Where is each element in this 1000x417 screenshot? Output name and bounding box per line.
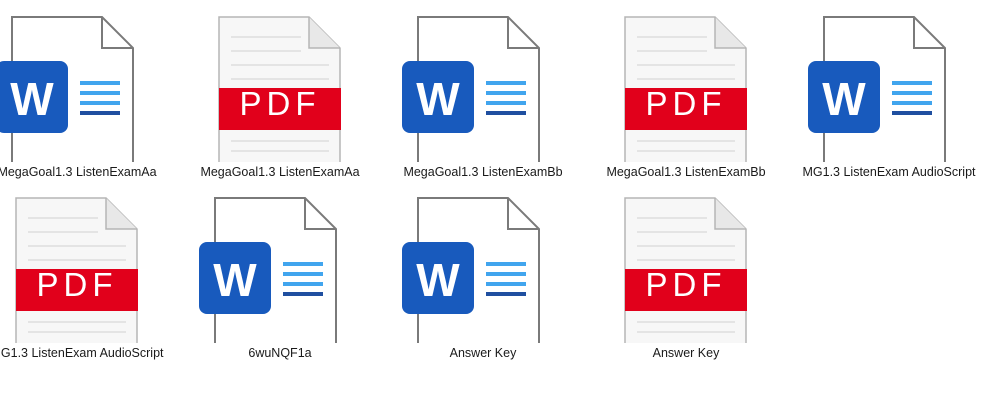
file-name-label: MegaGoal1.3 ListenExamAa (0, 165, 157, 179)
pdf-document-icon[interactable]: PDF (0, 193, 172, 343)
svg-text:W: W (10, 73, 54, 125)
file-item[interactable]: PDF MG1.3 ListenExam AudioScript (0, 193, 172, 373)
file-item[interactable]: PDF MegaGoal1.3 ListenExamBb (591, 12, 781, 192)
word-document-icon[interactable]: W (388, 193, 578, 343)
file-name-label: MG1.3 ListenExam AudioScript (0, 346, 164, 360)
file-item[interactable]: W 6wuNQF1a (185, 193, 375, 373)
word-document-icon[interactable]: W (0, 12, 172, 162)
pdf-document-icon[interactable]: PDF (185, 12, 375, 162)
file-name-label: MegaGoal1.3 ListenExamBb (606, 165, 766, 179)
pdf-badge-label: PDF (240, 85, 321, 122)
file-item[interactable]: W Answer Key (388, 193, 578, 373)
svg-text:W: W (213, 254, 257, 306)
file-grid: W MegaGoal1.3 ListenExamAa PDF MegaGoal1.3 … (0, 0, 1000, 417)
file-name-label: MegaGoal1.3 ListenExamBb (403, 165, 563, 179)
file-item[interactable]: W MG1.3 ListenExam AudioScript (794, 12, 984, 192)
pdf-document-icon[interactable]: PDF (591, 193, 781, 343)
file-item[interactable]: W MegaGoal1.3 ListenExamAa (0, 12, 172, 192)
svg-text:W: W (822, 73, 866, 125)
file-name-label: MG1.3 ListenExam AudioScript (802, 165, 976, 179)
file-item[interactable]: W MegaGoal1.3 ListenExamBb (388, 12, 578, 192)
pdf-badge-label: PDF (646, 266, 727, 303)
file-name-label: Answer Key (449, 346, 517, 360)
word-document-icon[interactable]: W (388, 12, 578, 162)
file-name-label: 6wuNQF1a (248, 346, 312, 360)
svg-text:W: W (416, 73, 460, 125)
file-name-label: MegaGoal1.3 ListenExamAa (200, 165, 360, 179)
file-item[interactable]: PDF Answer Key (591, 193, 781, 373)
file-name-label: Answer Key (652, 346, 720, 360)
svg-text:W: W (416, 254, 460, 306)
file-item[interactable]: PDF MegaGoal1.3 ListenExamAa (185, 12, 375, 192)
pdf-badge-label: PDF (37, 266, 118, 303)
word-document-icon[interactable]: W (185, 193, 375, 343)
word-document-icon[interactable]: W (794, 12, 984, 162)
pdf-badge-label: PDF (646, 85, 727, 122)
pdf-document-icon[interactable]: PDF (591, 12, 781, 162)
